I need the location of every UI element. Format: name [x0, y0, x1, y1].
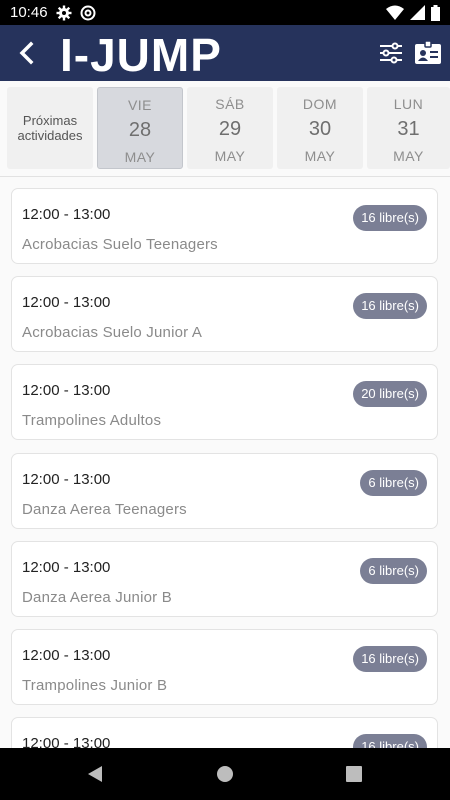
back-arrow-icon[interactable] — [14, 39, 42, 67]
month: MAY — [214, 148, 246, 164]
activity-time: 12:00 - 13:00 — [22, 735, 111, 748]
upcoming-activities-button[interactable]: Próximas actividades — [7, 87, 93, 169]
activity-card[interactable]: 12:00 - 13:00 Acrobacias Suelo Junior A … — [11, 276, 438, 352]
spots-badge: 16 libre(s) — [353, 646, 427, 672]
activity-card[interactable]: 12:00 - 13:00 Danza Aerea Teenagers 6 li… — [11, 453, 438, 529]
activity-time: 12:00 - 13:00 — [22, 471, 111, 488]
date-saturday-29[interactable]: SÁB 29 MAY — [187, 87, 273, 169]
date-monday-31[interactable]: LUN 31 MAY — [367, 87, 450, 169]
app-bar: I-JUMP — [0, 25, 450, 81]
activity-name: Acrobacias Suelo Teenagers — [22, 236, 218, 253]
day-of-week: VIE — [127, 97, 153, 113]
system-nav-bar — [0, 748, 450, 800]
month: MAY — [304, 148, 336, 164]
month: MAY — [124, 149, 156, 165]
activity-time: 12:00 - 13:00 — [22, 647, 111, 664]
activity-name: Danza Aerea Teenagers — [22, 501, 187, 518]
activity-card[interactable]: 12:00 - 13:00 Trampolines Adultos 20 lib… — [11, 364, 438, 440]
status-time: 10:46 — [10, 4, 48, 21]
nav-back-icon[interactable] — [86, 765, 104, 783]
date-selector: Próximas actividades VIE 28 MAY SÁB 29 M… — [0, 81, 450, 177]
spots-badge: 6 libre(s) — [360, 470, 427, 496]
activity-time: 12:00 - 13:00 — [22, 559, 111, 576]
month: MAY — [393, 148, 424, 164]
activity-name: Acrobacias Suelo Junior A — [22, 324, 203, 341]
day-of-week: LUN — [393, 96, 424, 112]
spots-badge: 6 libre(s) — [360, 558, 427, 584]
settings-gear-icon — [56, 5, 72, 20]
spots-badge: 16 libre(s) — [353, 734, 427, 748]
nav-recent-apps-icon[interactable] — [346, 766, 362, 782]
activity-name: Trampolines Adultos — [22, 412, 162, 429]
day-of-week: SÁB — [215, 96, 245, 112]
date-friday-28[interactable]: VIE 28 MAY — [97, 87, 183, 169]
status-bar: 10:46 — [0, 0, 450, 25]
spots-badge: 16 libre(s) — [353, 293, 427, 319]
upcoming-activities-label: Próximas actividades — [17, 113, 83, 143]
activity-card[interactable]: 12:00 - 13:00 16 libre(s) — [11, 717, 438, 748]
activity-time: 12:00 - 13:00 — [22, 382, 111, 399]
nav-home-icon[interactable] — [217, 766, 233, 782]
signal-icon — [410, 5, 425, 20]
day-number: 28 — [128, 119, 152, 141]
activity-card[interactable]: 12:00 - 13:00 Acrobacias Suelo Teenagers… — [11, 188, 438, 264]
app-logo-title: I-JUMP — [60, 29, 222, 81]
activity-time: 12:00 - 13:00 — [22, 294, 111, 311]
battery-icon — [431, 4, 440, 21]
activity-time: 12:00 - 13:00 — [22, 206, 111, 223]
activity-list[interactable]: 12:00 - 13:00 Acrobacias Suelo Teenagers… — [0, 176, 450, 748]
activity-card[interactable]: 12:00 - 13:00 Danza Aerea Junior B 6 lib… — [11, 541, 438, 617]
day-number: 30 — [308, 118, 332, 140]
member-card-icon[interactable] — [414, 39, 442, 67]
activity-name: Danza Aerea Junior B — [22, 589, 172, 606]
at-sign-icon — [80, 5, 96, 20]
date-sunday-30[interactable]: DOM 30 MAY — [277, 87, 363, 169]
spots-badge: 16 libre(s) — [353, 205, 427, 231]
activity-card[interactable]: 12:00 - 13:00 Trampolines Junior B 16 li… — [11, 629, 438, 705]
day-of-week: DOM — [302, 96, 338, 112]
day-number: 31 — [397, 118, 420, 140]
spots-badge: 20 libre(s) — [353, 381, 427, 407]
day-number: 29 — [218, 118, 242, 140]
activity-name: Trampolines Junior B — [22, 677, 168, 694]
filter-sliders-icon[interactable] — [378, 40, 404, 66]
wifi-icon — [386, 5, 404, 20]
